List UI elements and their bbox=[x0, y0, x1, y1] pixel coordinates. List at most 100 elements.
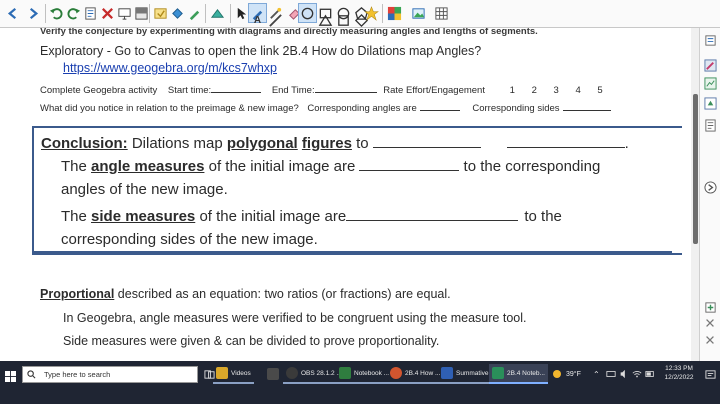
battery-icon[interactable] bbox=[642, 364, 658, 384]
geogebra-link[interactable]: https://www.geogebra.org/m/kcs7whxp bbox=[63, 61, 277, 75]
page-sorter-icon[interactable] bbox=[703, 33, 717, 47]
side-measures-line: Side measures were given & can be divide… bbox=[63, 334, 440, 348]
close-panel-icon[interactable] bbox=[703, 316, 717, 330]
gallery-pen-icon[interactable] bbox=[703, 58, 717, 72]
proportional-definition: described as an equation: two ratios (or… bbox=[117, 287, 451, 301]
conclusion-row-4: The side measures of the initial image a… bbox=[61, 207, 562, 225]
blank-1 bbox=[372, 134, 481, 148]
triangle-icon[interactable] bbox=[316, 14, 335, 26]
blank-3 bbox=[359, 157, 460, 171]
gallery-icon[interactable] bbox=[703, 76, 717, 90]
taskbar-app-notebook[interactable]: Notebook ... bbox=[336, 364, 393, 384]
clock-date: 12/2/2022 bbox=[664, 374, 694, 381]
scrollbar-thumb[interactable] bbox=[693, 94, 698, 244]
back-icon[interactable] bbox=[3, 3, 22, 23]
taskbar-app-videos[interactable]: Videos bbox=[213, 364, 254, 384]
weather-widget[interactable]: 39°F bbox=[548, 364, 584, 384]
doc-line-activity: Complete Geogebra activity Start time: E… bbox=[40, 82, 603, 96]
clock-time: 12:33 PM bbox=[665, 365, 693, 372]
box-bottom-border bbox=[32, 251, 672, 254]
end-time-label: End Time: bbox=[271, 85, 315, 96]
image-icon[interactable] bbox=[409, 3, 428, 23]
notice-question: What did you notice in relation to the p… bbox=[40, 103, 299, 114]
screen-capture-icon[interactable] bbox=[208, 3, 227, 23]
end-time-blank bbox=[314, 82, 377, 93]
scroll-button-icon[interactable] bbox=[703, 180, 717, 194]
activity-label: Complete Geogebra activity bbox=[40, 85, 158, 96]
pen-app-icon bbox=[267, 368, 279, 380]
proportional-line: Proportional described as an equation: t… bbox=[40, 287, 451, 301]
obs-icon bbox=[286, 367, 298, 379]
geogebra-link-text[interactable]: https://www.geogebra.org/m/kcs7whxp bbox=[63, 61, 277, 75]
table-icon[interactable] bbox=[432, 3, 451, 23]
conclusion-label: Conclusion: bbox=[41, 135, 128, 152]
properties-icon[interactable] bbox=[703, 118, 717, 132]
effort-label: Rate Effort/Engagement bbox=[383, 85, 485, 96]
folder-icon bbox=[216, 367, 228, 379]
figures-term: figures bbox=[301, 135, 352, 152]
angles-label: Corresponding angles are bbox=[307, 103, 417, 114]
search-placeholder: Type here to search bbox=[44, 370, 111, 379]
proportional-term: Proportional bbox=[40, 287, 115, 301]
chrome-icon bbox=[390, 367, 402, 379]
blank-4 bbox=[346, 207, 519, 221]
conclusion-to: to bbox=[356, 135, 369, 152]
weather-icon bbox=[553, 370, 561, 378]
sides-label: Corresponding sides bbox=[472, 103, 560, 114]
app-label: 2B.4 Noteb... bbox=[507, 369, 545, 377]
conclusion-row-5: corresponding sides of the new image. bbox=[61, 231, 318, 248]
polygonal-term: polygonal bbox=[226, 135, 298, 152]
row2-text: of the initial image are bbox=[208, 158, 356, 175]
start-time-label: Start time: bbox=[167, 85, 212, 96]
color-icon[interactable] bbox=[385, 3, 404, 23]
notebook-page[interactable]: Verify the conjecture by experimenting w… bbox=[0, 28, 698, 361]
app-label: Notebook ... bbox=[354, 369, 390, 377]
taskbar-app-chrome[interactable]: 2B.4 How ... bbox=[387, 364, 444, 384]
taskbar-search-box[interactable]: Type here to search bbox=[22, 366, 198, 383]
taskbar-app-notebook-active[interactable]: 2B.4 Noteb... bbox=[489, 364, 548, 384]
conclusion-box: Conclusion: Dilations map polygonal figu… bbox=[32, 126, 682, 255]
addons-icon[interactable] bbox=[703, 300, 717, 314]
angle-measures-term: angle measures bbox=[91, 158, 205, 175]
taskbar-app-pen[interactable] bbox=[264, 364, 282, 384]
attachments-icon[interactable] bbox=[703, 96, 717, 110]
text-icon[interactable]: A bbox=[248, 14, 267, 26]
tray-expand-icon[interactable]: ⌃ bbox=[590, 364, 603, 384]
ellipse-icon[interactable] bbox=[298, 3, 317, 23]
notebook-icon bbox=[339, 367, 351, 379]
forward-icon[interactable] bbox=[24, 3, 43, 23]
notebook-window: A Verify the conjecture by experimenting… bbox=[0, 0, 720, 404]
app-label: Videos bbox=[231, 369, 251, 377]
conclusion-row-1: Conclusion: Dilations map polygonal figu… bbox=[41, 134, 629, 152]
notifications-icon[interactable] bbox=[702, 364, 719, 384]
doc-line-verify: Verify the conjecture by experimenting w… bbox=[40, 28, 538, 37]
browser-icon bbox=[441, 367, 453, 379]
windows-start-icon[interactable] bbox=[5, 366, 16, 386]
system-clock[interactable]: 12:33 PM 12/2/2022 bbox=[661, 364, 697, 382]
notebook-doc-icon bbox=[492, 367, 504, 379]
doc-line-exploratory: Exploratory - Go to Canvas to open the l… bbox=[40, 44, 482, 58]
row4-the: The bbox=[61, 208, 87, 225]
row4-end: to the bbox=[524, 208, 562, 225]
main-toolbar: A bbox=[0, 0, 720, 28]
start-time-blank bbox=[211, 82, 262, 93]
rating-1: 1 bbox=[509, 85, 515, 96]
rating-5: 5 bbox=[597, 85, 603, 96]
side-measures-term: side measures bbox=[91, 208, 196, 225]
pen-icon[interactable] bbox=[185, 3, 204, 23]
search-icon bbox=[27, 370, 36, 379]
rating-3: 3 bbox=[553, 85, 559, 96]
blank-2 bbox=[506, 134, 625, 148]
sides-blank bbox=[562, 100, 611, 111]
geogebra-angles-line: In Geogebra, angle measures were verifie… bbox=[63, 311, 527, 325]
weather-temp: 39°F bbox=[566, 370, 581, 378]
angles-blank bbox=[419, 100, 460, 111]
row2-end: to the corresponding bbox=[463, 158, 601, 175]
conclusion-row-3: angles of the new image. bbox=[61, 181, 228, 198]
rating-4: 4 bbox=[575, 85, 581, 96]
lines-icon[interactable] bbox=[266, 13, 285, 27]
star-icon[interactable] bbox=[362, 3, 381, 23]
app-label: 2B.4 How ... bbox=[405, 369, 441, 377]
square-icon[interactable] bbox=[334, 14, 353, 26]
expand-panel-icon[interactable] bbox=[703, 333, 717, 347]
